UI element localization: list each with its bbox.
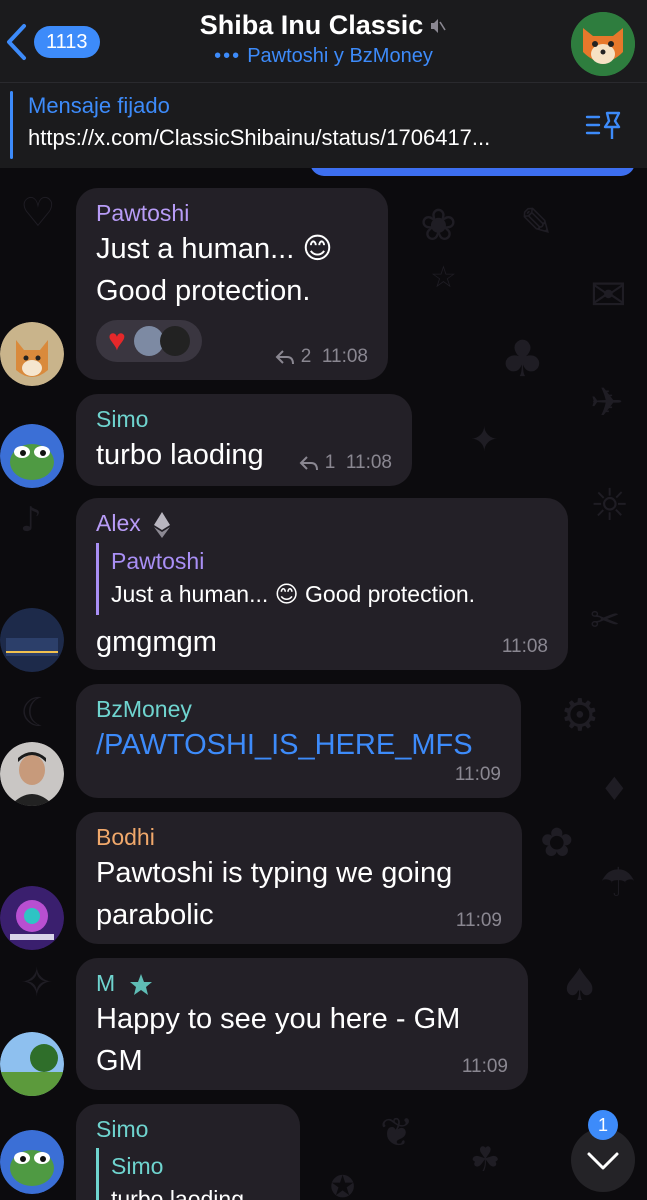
message-text: gmgmgm — [96, 625, 217, 658]
message-bubble[interactable]: Simo Simo turbo laoding — [76, 1104, 300, 1200]
chevron-left-icon — [7, 24, 26, 60]
quoted-text: turbo laoding — [111, 1186, 244, 1200]
message-time: 11:09 — [454, 764, 501, 785]
chat-header: 1113 Shiba Inu Classic ••• Pawtoshi y BzM… — [0, 0, 647, 82]
man-on-phone-avatar-icon — [0, 742, 64, 806]
quoted-sender: Pawtoshi — [111, 547, 205, 574]
typing-indicator-icon: ••• — [214, 45, 242, 67]
sender-name[interactable]: Simo — [96, 404, 392, 434]
message-time: 11:09 — [461, 1056, 508, 1077]
pepe-frog-avatar-icon — [0, 1130, 64, 1194]
message-text-line: Happy to see you here - GM — [96, 1003, 461, 1035]
message-bubble[interactable]: M Happy to see you here - GM GM 11:09 — [76, 958, 528, 1090]
ethereum-icon — [154, 511, 171, 538]
message-time: 11:08 — [321, 346, 368, 367]
landscape-avatar-icon — [0, 1032, 64, 1096]
sender-name[interactable]: M — [96, 968, 508, 998]
reply-count[interactable]: 1 — [325, 452, 336, 474]
quoted-message[interactable]: Pawtoshi Just a human... 😊 Good protecti… — [96, 542, 548, 615]
pinned-title: Mensaje fijado — [28, 93, 170, 118]
sender-name[interactable]: Alex — [96, 508, 548, 539]
message-time: 11:08 — [345, 452, 392, 473]
group-avatar[interactable] — [571, 12, 635, 76]
quoted-sender: Simo — [111, 1153, 164, 1179]
pinned-text: https://x.com/ClassicShibainu/status/170… — [28, 125, 491, 150]
shiba-dog-avatar-icon — [0, 322, 64, 386]
message-text-line: Just a human... 😊 — [96, 233, 333, 265]
avatar — [159, 326, 190, 356]
avatar[interactable] — [0, 322, 64, 386]
avatar[interactable] — [0, 1032, 64, 1096]
message-bubble[interactable]: BzMoney /PAWTOSHI_IS_HERE_MFS 11:09 — [76, 684, 521, 798]
message-text-line: Pawtoshi is typing we going — [96, 857, 453, 889]
sender-name-text: Alex — [96, 510, 141, 536]
back-button[interactable]: 1113 — [4, 20, 114, 64]
message-text-line: parabolic — [96, 899, 214, 931]
sender-name[interactable]: Simo — [96, 1114, 280, 1144]
message-text-line: GM — [96, 1045, 143, 1077]
sender-name[interactable]: Bodhi — [96, 822, 502, 852]
message-bubble[interactable]: Pawtoshi Just a human... 😊 Good protecti… — [76, 188, 388, 380]
sender-name[interactable]: Pawtoshi — [96, 198, 368, 228]
muted-speaker-icon — [431, 18, 446, 33]
message-text-line: Good protection. — [96, 275, 311, 307]
pepe-frog-avatar-icon — [0, 424, 64, 488]
heart-icon: ♥ — [108, 324, 126, 357]
reply-arrow-icon — [275, 350, 294, 365]
message-bubble[interactable]: Bodhi Pawtoshi is typing we going parabo… — [76, 812, 522, 944]
pinned-indicator — [10, 91, 13, 159]
reply-count[interactable]: 2 — [301, 346, 312, 368]
unread-count-badge: 1113 — [34, 26, 100, 58]
pin-list-icon[interactable] — [585, 109, 623, 143]
reaction-chip[interactable]: ♥ — [96, 320, 202, 362]
star-icon — [129, 973, 152, 995]
message-time: 11:09 — [455, 910, 502, 931]
quoted-message[interactable]: Simo turbo laoding — [96, 1148, 280, 1200]
avatar[interactable] — [0, 1130, 64, 1194]
quoted-text: Just a human... 😊 Good protection. — [111, 580, 476, 607]
bot-command-link[interactable]: /PAWTOSHI_IS_HERE_MFS — [96, 724, 501, 766]
message-bubble[interactable]: Alex Pawtoshi Just a human... 😊 Good pro… — [76, 498, 568, 670]
message-bubble[interactable]: Simo turbo laoding 1 11:08 — [76, 394, 412, 486]
avatar[interactable] — [0, 886, 64, 950]
avatar[interactable] — [0, 742, 64, 806]
avatar[interactable] — [0, 608, 64, 672]
sender-name-text: M — [96, 970, 116, 996]
shiba-logo-icon — [571, 12, 635, 76]
chat-title-area[interactable]: Shiba Inu Classic ••• Pawtoshi y BzMoney — [150, 10, 497, 68]
sender-name[interactable]: BzMoney — [96, 694, 501, 724]
city-night-avatar-icon — [0, 608, 64, 672]
chat-title: Shiba Inu Classic — [199, 10, 424, 40]
message-time: 11:08 — [501, 636, 548, 657]
psychedelic-avatar-icon — [0, 886, 64, 950]
message-meta: 2 11:08 — [275, 346, 368, 368]
pinned-message-bar[interactable]: Mensaje fijado https://x.com/ClassicShib… — [0, 82, 647, 168]
message-meta: 1 11:08 — [299, 452, 392, 474]
reply-arrow-icon — [299, 456, 318, 471]
unread-mentions-badge: 1 — [588, 1110, 618, 1140]
avatar[interactable] — [0, 424, 64, 488]
chat-subtitle: Pawtoshi y BzMoney — [247, 45, 433, 67]
